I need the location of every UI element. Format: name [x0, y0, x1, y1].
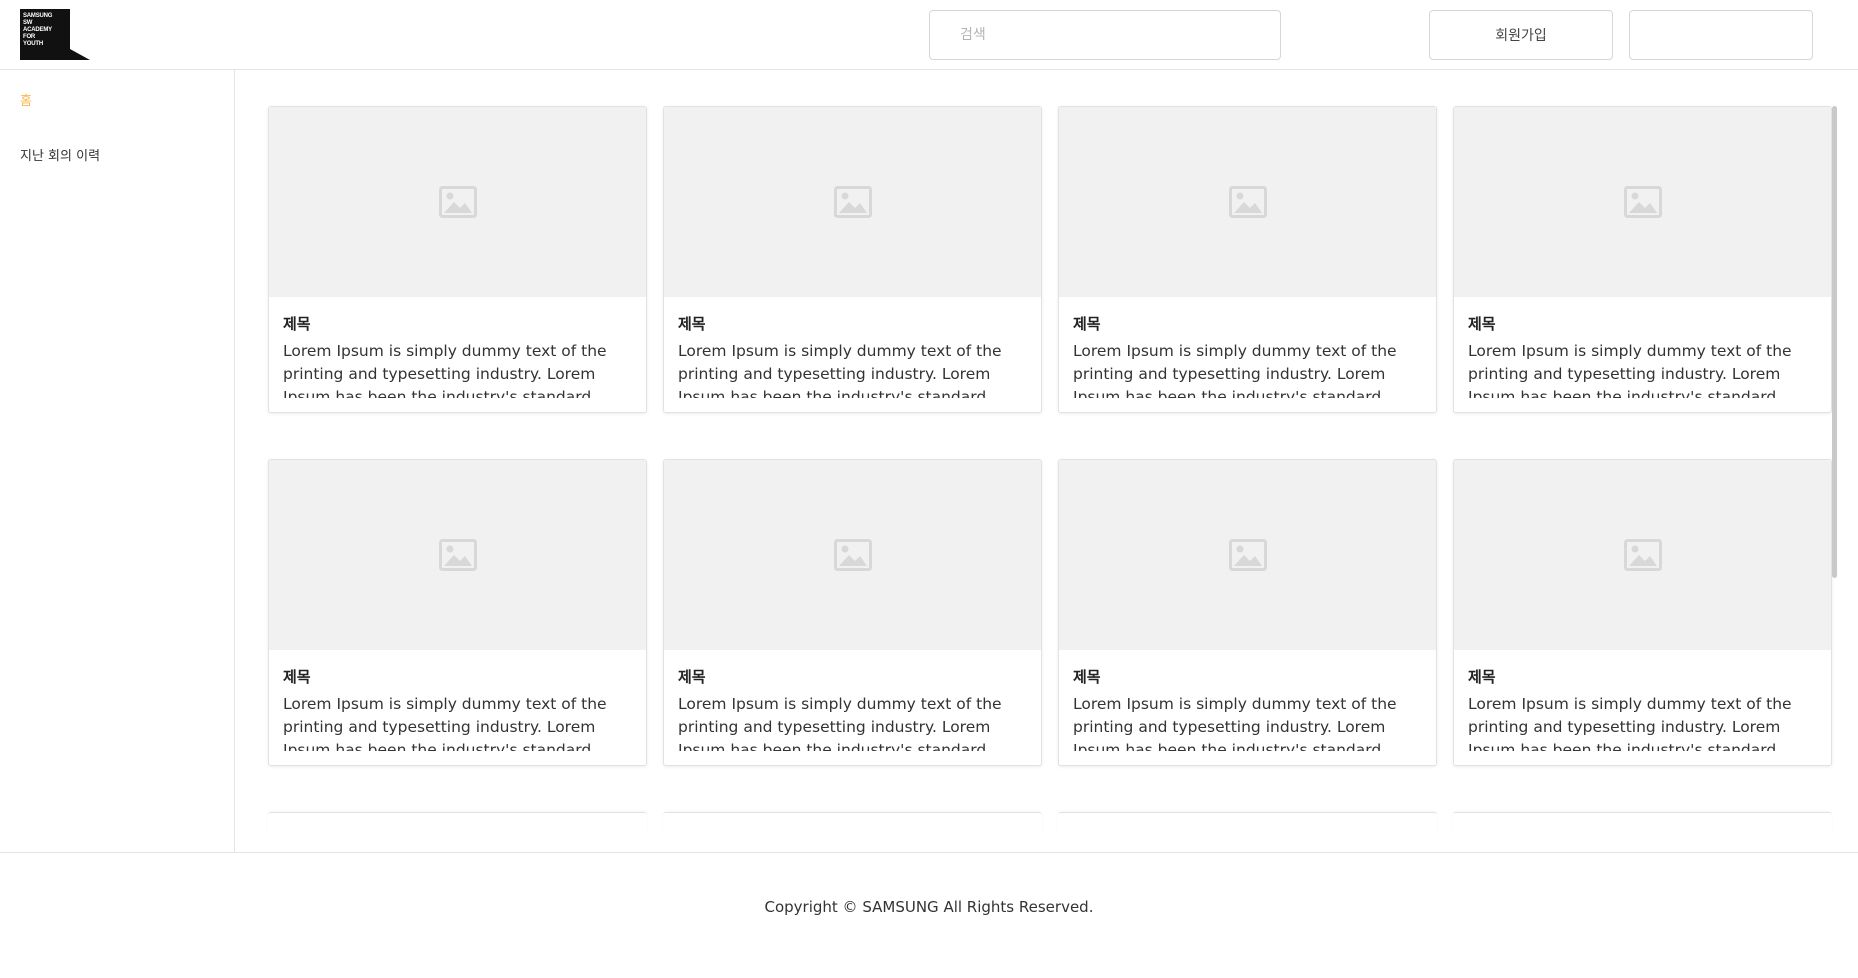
card-partial[interactable]: [1058, 812, 1437, 832]
card-partial[interactable]: [663, 812, 1042, 832]
card[interactable]: 제목 Lorem Ipsum is simply dummy text of th…: [268, 459, 647, 766]
card-thumbnail: [1454, 107, 1831, 297]
image-placeholder-icon: [833, 539, 872, 571]
scrollbar[interactable]: [1832, 106, 1837, 578]
image-placeholder-icon: [1228, 539, 1267, 571]
login-button[interactable]: [1629, 10, 1813, 60]
card-title: 제목: [1073, 315, 1101, 333]
card-description: Lorem Ipsum is simply dummy text of the …: [1073, 340, 1423, 398]
card-title: 제목: [283, 668, 311, 686]
card[interactable]: 제목 Lorem Ipsum is simply dummy text of th…: [268, 106, 647, 413]
card-description-text: Lorem Ipsum is simply dummy text of the …: [283, 342, 607, 398]
search-input[interactable]: [929, 10, 1281, 60]
card-description: Lorem Ipsum is simply dummy text of the …: [678, 693, 1028, 751]
image-placeholder-icon: [438, 186, 477, 218]
footer: Copyright © SAMSUNG All Rights Reserved.: [0, 852, 1858, 978]
image-placeholder-icon: [1623, 539, 1662, 571]
card-thumbnail: [664, 107, 1041, 297]
card-description: Lorem Ipsum is simply dummy text of the …: [678, 340, 1028, 398]
sidebar-item-meeting-history[interactable]: 지난 회의 이력: [20, 145, 100, 164]
card-description-text: Lorem Ipsum is simply dummy text of the …: [678, 695, 1002, 751]
card-title: 제목: [283, 315, 311, 333]
sidebar-item-home[interactable]: 홈: [20, 90, 32, 109]
card-title: 제목: [1468, 315, 1496, 333]
card-description-text: Lorem Ipsum is simply dummy text of the …: [678, 342, 1002, 398]
card[interactable]: 제목 Lorem Ipsum is simply dummy text of th…: [1058, 106, 1437, 413]
card-partial[interactable]: [1453, 812, 1832, 832]
card-title: 제목: [1073, 668, 1101, 686]
header: SAMSUNG SW ACADEMY FOR YOUTH 회원가입: [0, 0, 1858, 70]
card-description-text: Lorem Ipsum is simply dummy text of the …: [1073, 342, 1397, 398]
card-thumbnail: [664, 460, 1041, 650]
signup-button-label: 회원가입: [1495, 28, 1547, 44]
card[interactable]: 제목 Lorem Ipsum is simply dummy text of th…: [1453, 106, 1832, 413]
logo-text: SAMSUNG SW ACADEMY FOR YOUTH: [23, 13, 53, 47]
card[interactable]: 제목 Lorem Ipsum is simply dummy text of th…: [1453, 459, 1832, 766]
card-description: Lorem Ipsum is simply dummy text of the …: [1073, 693, 1423, 751]
image-placeholder-icon: [1623, 186, 1662, 218]
card-partial[interactable]: [268, 812, 647, 832]
signup-button[interactable]: 회원가입: [1429, 10, 1613, 60]
card-thumbnail: [269, 460, 646, 650]
image-placeholder-icon: [833, 186, 872, 218]
image-placeholder-icon: [1228, 186, 1267, 218]
card-description-text: Lorem Ipsum is simply dummy text of the …: [1468, 695, 1792, 751]
card-title: 제목: [678, 668, 706, 686]
card-thumbnail: [1059, 107, 1436, 297]
sidebar: 홈 지난 회의 이력: [0, 70, 235, 853]
copyright-text: Copyright © SAMSUNG All Rights Reserved.: [764, 898, 1094, 916]
card-description-text: Lorem Ipsum is simply dummy text of the …: [283, 695, 607, 751]
image-placeholder-icon: [438, 539, 477, 571]
card[interactable]: 제목 Lorem Ipsum is simply dummy text of th…: [663, 459, 1042, 766]
card-description-text: Lorem Ipsum is simply dummy text of the …: [1468, 342, 1792, 398]
card-description: Lorem Ipsum is simply dummy text of the …: [283, 693, 633, 751]
card-title: 제목: [1468, 668, 1496, 686]
card-thumbnail: [1059, 460, 1436, 650]
card-thumbnail: [269, 107, 646, 297]
card-thumbnail: [1454, 460, 1831, 650]
card-description-text: Lorem Ipsum is simply dummy text of the …: [1073, 695, 1397, 751]
card[interactable]: 제목 Lorem Ipsum is simply dummy text of th…: [1058, 459, 1437, 766]
card-title: 제목: [678, 315, 706, 333]
card-description: Lorem Ipsum is simply dummy text of the …: [1468, 340, 1818, 398]
samsung-academy-logo[interactable]: SAMSUNG SW ACADEMY FOR YOUTH: [20, 9, 90, 60]
card-grid: 제목 Lorem Ipsum is simply dummy text of th…: [236, 71, 1858, 852]
card[interactable]: 제목 Lorem Ipsum is simply dummy text of th…: [663, 106, 1042, 413]
card-description: Lorem Ipsum is simply dummy text of the …: [1468, 693, 1818, 751]
card-description: Lorem Ipsum is simply dummy text of the …: [283, 340, 633, 398]
